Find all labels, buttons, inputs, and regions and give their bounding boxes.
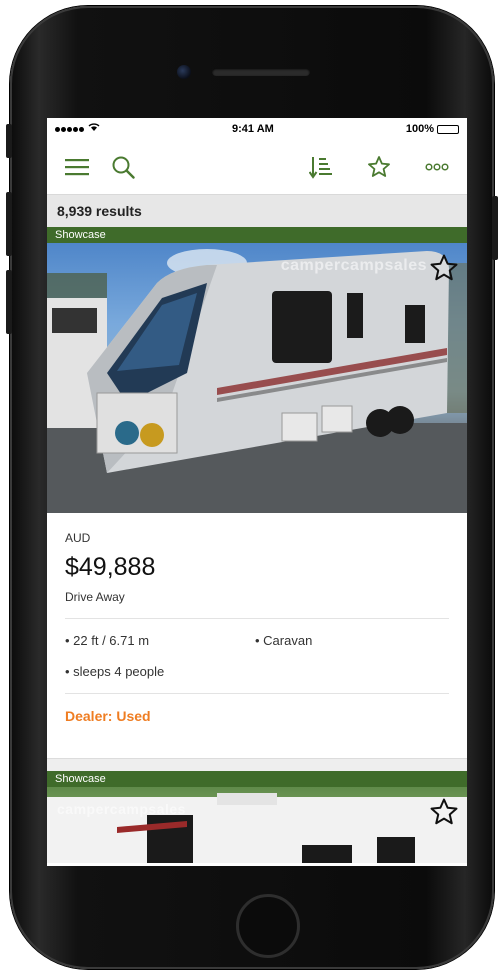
caravan-image <box>47 793 467 863</box>
showcase-badge: Showcase <box>47 227 467 243</box>
price-note: Drive Away <box>65 590 125 604</box>
silent-switch <box>6 124 12 158</box>
caravan-image <box>47 249 467 513</box>
power-button <box>492 196 498 260</box>
hamburger-icon[interactable] <box>65 158 89 176</box>
listing-photo[interactable]: campercampsales <box>47 787 467 863</box>
divider <box>65 693 449 694</box>
sort-icon[interactable] <box>309 155 333 179</box>
star-icon[interactable] <box>367 155 391 179</box>
listing-card[interactable]: Showcase campercampsales AUD $49,888 Dri… <box>47 227 467 771</box>
price-currency: AUD <box>65 531 91 545</box>
spec-sleeps: • sleeps 4 people <box>65 664 165 679</box>
card-separator <box>47 758 467 771</box>
home-button[interactable] <box>236 894 300 958</box>
spec-list: • 22 ft / 6.71 m • Caravan • sleeps 4 pe… <box>65 633 449 679</box>
watermark-logo: campercampsales <box>57 801 186 817</box>
spec-length: • 22 ft / 6.71 m <box>65 633 150 648</box>
battery-percent: 100% <box>405 123 434 135</box>
earpiece-speaker <box>212 68 310 76</box>
price-value: $49,888 <box>65 553 156 581</box>
app-screen: 9:41 AM 100% 8,939 results Showcase camp… <box>47 118 467 866</box>
front-camera <box>177 65 191 79</box>
dealer-status: Dealer: Used <box>65 708 151 724</box>
more-icon[interactable] <box>425 163 449 171</box>
top-toolbar <box>47 140 467 195</box>
favorite-star-icon[interactable] <box>429 797 459 832</box>
search-icon[interactable] <box>111 155 135 179</box>
watermark-logo: campercampsales <box>280 257 427 274</box>
status-time: 9:41 AM <box>232 123 274 135</box>
status-bar: 9:41 AM 100% <box>47 118 467 140</box>
favorite-star-icon[interactable] <box>429 253 459 288</box>
spec-type: • Caravan <box>255 633 313 648</box>
results-count: 8,939 results <box>47 195 467 227</box>
signal-strength <box>55 123 100 135</box>
listing-card[interactable]: Showcase campercampsales <box>47 771 467 863</box>
showcase-badge: Showcase <box>47 771 467 787</box>
battery-icon <box>436 124 459 134</box>
divider <box>65 618 449 619</box>
listing-photo[interactable]: campercampsales <box>47 243 467 513</box>
battery-indicator: 100% <box>406 123 459 135</box>
wifi-icon <box>88 123 100 135</box>
results-count-text: 8,939 results <box>57 203 142 219</box>
volume-down-button <box>6 270 12 334</box>
listing-details: AUD $49,888 Drive Away • 22 ft / 6.71 m … <box>47 513 467 724</box>
volume-up-button <box>6 192 12 256</box>
showcase-label: Showcase <box>55 773 106 785</box>
showcase-label: Showcase <box>55 229 106 241</box>
